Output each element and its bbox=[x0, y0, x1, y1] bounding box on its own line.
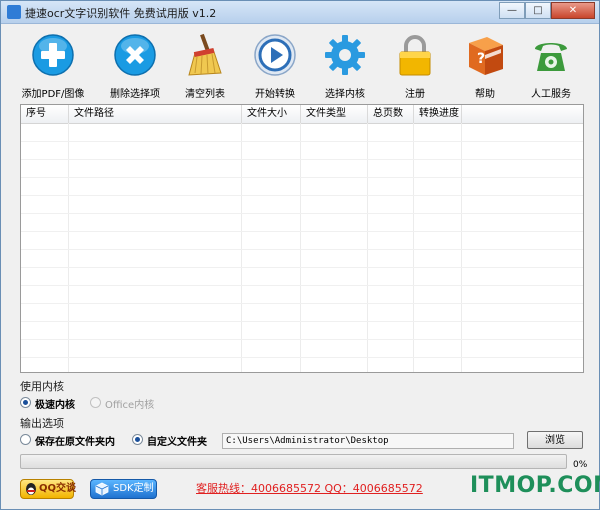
start-convert-button[interactable]: 开始转换 bbox=[235, 31, 315, 101]
qq-chat-button[interactable]: QQ交谈 bbox=[20, 479, 77, 499]
grid-row-line bbox=[21, 339, 583, 340]
engine-office-label: Office内核 bbox=[105, 400, 155, 411]
select-engine-button[interactable]: 选择内核 bbox=[305, 31, 385, 101]
qq-chat-label: QQ交谈 bbox=[39, 483, 77, 494]
manual-service-button[interactable]: 人工服务 bbox=[511, 31, 591, 101]
tool-label: 清空列表 bbox=[185, 89, 225, 100]
grid-divider bbox=[68, 123, 69, 372]
output-path-field[interactable]: C:\Users\Administrator\Desktop bbox=[222, 433, 514, 449]
window-controls: — □ ✕ bbox=[499, 2, 595, 19]
engine-fast-radio[interactable] bbox=[20, 397, 31, 408]
grid-row-line bbox=[21, 321, 583, 322]
site-watermark: ITMOP.COM bbox=[470, 473, 600, 498]
grid-row-line bbox=[21, 213, 583, 214]
svg-text:?: ? bbox=[477, 51, 485, 67]
progress-percent: 0% bbox=[573, 460, 588, 470]
app-icon bbox=[7, 5, 21, 19]
grid-row-line bbox=[21, 231, 583, 232]
grid-row-line bbox=[21, 159, 583, 160]
app-window: 捷速ocr文字识别软件 免费试用版 v1.2 — □ ✕ 添加PDF/图像 删除… bbox=[0, 0, 600, 510]
phone-icon bbox=[535, 43, 567, 71]
engine-section-label: 使用内核 bbox=[20, 380, 64, 393]
output-custom-folder-label[interactable]: 自定义文件夹 bbox=[147, 433, 207, 448]
grid-divider bbox=[300, 123, 301, 372]
sdk-cube-icon bbox=[95, 482, 109, 496]
conversion-progress-bar bbox=[20, 454, 567, 469]
tool-label: 人工服务 bbox=[531, 89, 571, 100]
grid-divider bbox=[367, 123, 368, 372]
output-custom-folder-radio[interactable] bbox=[132, 434, 143, 445]
tool-label: 注册 bbox=[405, 89, 425, 100]
grid-row-line bbox=[21, 285, 583, 286]
engine-fast-label[interactable]: 极速内核 bbox=[35, 396, 75, 411]
window-title: 捷速ocr文字识别软件 免费试用版 v1.2 bbox=[25, 7, 217, 20]
tool-label: 删除选择项 bbox=[110, 89, 160, 100]
engine-office-radio bbox=[90, 397, 101, 408]
grid-row-line bbox=[21, 195, 583, 196]
broom-icon bbox=[188, 33, 222, 76]
maximize-button[interactable]: □ bbox=[525, 2, 551, 19]
add-pdf-image-button[interactable]: 添加PDF/图像 bbox=[13, 31, 93, 101]
grid-divider bbox=[413, 123, 414, 372]
grid-divider bbox=[461, 123, 462, 372]
sdk-custom-label: SDK定制 bbox=[113, 483, 154, 494]
add-icon bbox=[32, 34, 74, 76]
grid-row-line bbox=[21, 177, 583, 178]
grid-divider bbox=[241, 123, 242, 372]
toolbar: 添加PDF/图像 删除选择项 清空列表 开始转换 选择内核 注册 ? 帮助 人工… bbox=[13, 31, 589, 101]
grid-row-line bbox=[21, 303, 583, 304]
gear-icon bbox=[325, 35, 365, 75]
column-header-size[interactable]: 文件大小 bbox=[242, 105, 301, 123]
support-hotline-link[interactable]: 客服热线：4006685572 QQ：4006685572 bbox=[196, 480, 423, 496]
clear-list-button[interactable]: 清空列表 bbox=[165, 31, 245, 101]
file-list-header: 序号 文件路径 文件大小 文件类型 总页数 转换进度 bbox=[21, 105, 583, 124]
tool-label: 添加PDF/图像 bbox=[21, 89, 85, 100]
register-button[interactable]: 注册 bbox=[375, 31, 455, 101]
delete-selected-button[interactable]: 删除选择项 bbox=[95, 31, 175, 101]
column-header-index[interactable]: 序号 bbox=[21, 105, 69, 123]
output-original-folder-label[interactable]: 保存在原文件夹内 bbox=[35, 433, 115, 448]
delete-icon bbox=[114, 34, 156, 76]
title-bar[interactable]: 捷速ocr文字识别软件 免费试用版 v1.2 — □ ✕ bbox=[1, 1, 599, 24]
column-header-path[interactable]: 文件路径 bbox=[69, 105, 242, 123]
grid-row-line bbox=[21, 267, 583, 268]
play-icon bbox=[254, 34, 296, 76]
grid-row-line bbox=[21, 357, 583, 358]
output-original-folder-radio[interactable] bbox=[20, 434, 31, 445]
minimize-button[interactable]: — bbox=[499, 2, 525, 19]
browse-button[interactable]: 浏览 bbox=[527, 431, 583, 449]
close-button[interactable]: ✕ bbox=[551, 2, 595, 19]
tool-label: 选择内核 bbox=[325, 89, 365, 100]
column-header-progress[interactable]: 转换进度 bbox=[414, 105, 462, 123]
qq-penguin-icon bbox=[26, 483, 36, 495]
column-header-pages[interactable]: 总页数 bbox=[368, 105, 414, 123]
help-book-icon: ? bbox=[469, 37, 503, 75]
lock-icon bbox=[399, 35, 431, 76]
sdk-custom-button[interactable]: SDK定制 bbox=[90, 479, 157, 499]
column-header-type[interactable]: 文件类型 bbox=[301, 105, 368, 123]
output-section-label: 输出选项 bbox=[20, 417, 64, 430]
grid-row-line bbox=[21, 141, 583, 142]
file-list[interactable]: 序号 文件路径 文件大小 文件类型 总页数 转换进度 bbox=[20, 104, 584, 373]
grid-row-line bbox=[21, 249, 583, 250]
tool-label: 开始转换 bbox=[255, 89, 295, 100]
